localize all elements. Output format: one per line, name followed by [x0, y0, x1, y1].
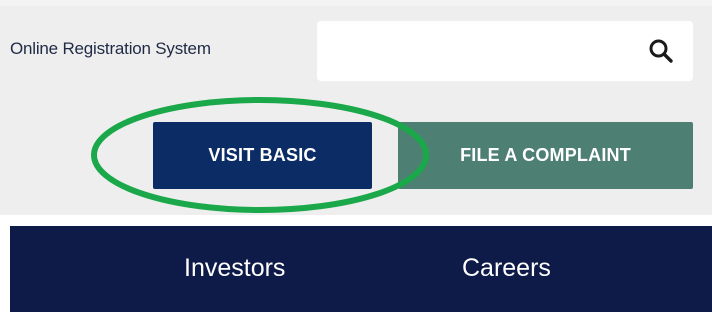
file-a-complaint-button[interactable]: FILE A COMPLAINT [398, 122, 693, 189]
search-box [317, 21, 693, 81]
online-registration-system-link[interactable]: Online Registration System [10, 39, 211, 59]
main-navigation: Investors Careers [10, 226, 712, 312]
search-input[interactable] [317, 21, 627, 81]
search-icon [649, 39, 673, 63]
header-band: Online Registration System VISIT BASIC F… [0, 0, 712, 215]
search-button[interactable] [647, 37, 675, 65]
visit-basic-button[interactable]: VISIT BASIC [153, 122, 372, 189]
nav-item-careers[interactable]: Careers [462, 254, 551, 283]
nav-item-investors[interactable]: Investors [184, 254, 285, 283]
